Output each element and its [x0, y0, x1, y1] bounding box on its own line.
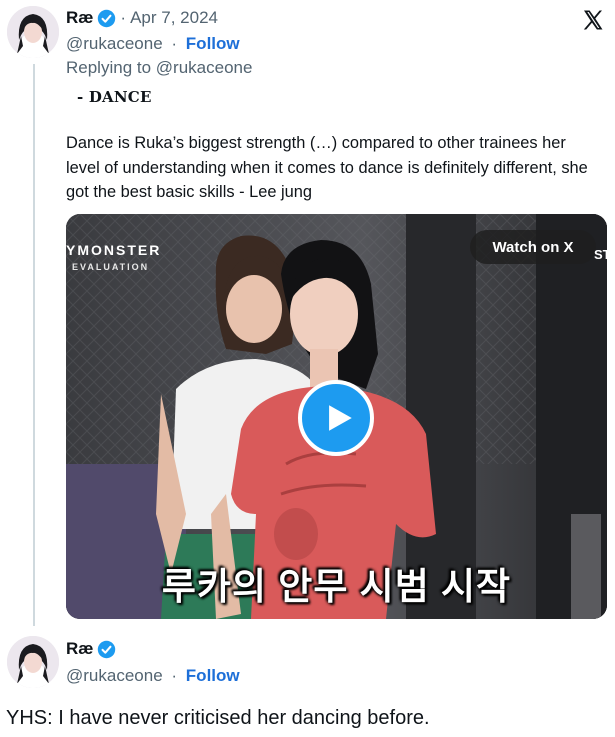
author-name[interactable]: Ræ — [66, 8, 93, 28]
watch-overlay-fragment: ST — [594, 247, 607, 262]
replying-to: Replying to @rukaceone — [66, 58, 252, 78]
avatar[interactable] — [7, 636, 59, 688]
handle-row: @rukaceone · Follow — [66, 34, 240, 54]
play-icon[interactable] — [298, 380, 374, 456]
author-handle[interactable]: @rukaceone — [66, 666, 163, 685]
thread-connector-line — [33, 64, 35, 626]
tweet-date[interactable]: Apr 7, 2024 — [130, 8, 218, 28]
separator-dot: · — [171, 666, 178, 685]
avatar[interactable] — [7, 6, 59, 58]
tweet-heading: - DANCE — [77, 88, 152, 106]
video-subtitle: 루카의 안무 시범 시작 — [161, 566, 512, 607]
replying-to-handle[interactable]: @rukaceone — [156, 58, 253, 77]
replying-to-label: Replying to — [66, 58, 156, 77]
tweet-header: Ræ — [66, 639, 116, 659]
show-brand-label: YMONSTER — [66, 242, 162, 258]
video-player[interactable]: YMONSTER EVALUATION Watch on X ST 루카의 안무… — [66, 214, 607, 619]
follow-button[interactable]: Follow — [186, 666, 240, 685]
follow-button[interactable]: Follow — [186, 34, 240, 53]
verified-badge-icon — [97, 640, 116, 659]
author-handle[interactable]: @rukaceone — [66, 34, 163, 53]
caption-text: YHS: I have never criticised her dancing… — [6, 707, 430, 729]
x-logo-icon[interactable] — [581, 8, 605, 32]
tweet-header: Ræ · Apr 7, 2024 — [66, 8, 218, 28]
verified-badge-icon — [97, 9, 116, 28]
show-brand-sublabel: EVALUATION — [72, 262, 150, 272]
separator-dot: · — [120, 8, 127, 27]
tweet-body: Dance is Ruka’s biggest strength (…) com… — [66, 134, 588, 201]
handle-row: @rukaceone · Follow — [66, 666, 240, 686]
watch-on-x-button[interactable]: Watch on X — [470, 230, 596, 264]
author-name[interactable]: Ræ — [66, 639, 93, 659]
separator-dot: · — [171, 34, 178, 53]
